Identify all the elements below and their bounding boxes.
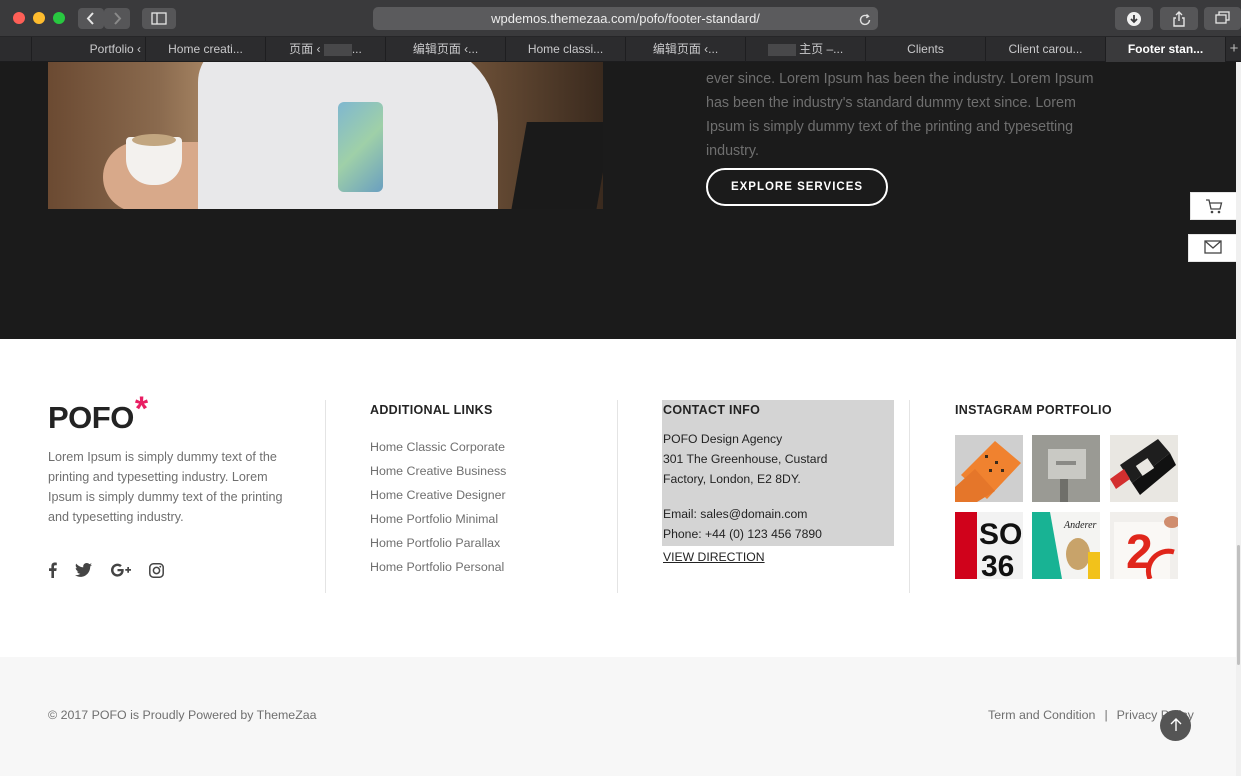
tab-client-carousel[interactable]: Client carou... bbox=[986, 37, 1106, 62]
reload-icon bbox=[859, 13, 871, 26]
cart-icon bbox=[1205, 199, 1222, 214]
column-divider bbox=[617, 400, 618, 593]
tab-bar: Portfolio ‹ Home creati... 页面 ‹ ... 编辑页面… bbox=[0, 37, 1241, 62]
services-description: ever since. Lorem Ipsum has been the ind… bbox=[706, 71, 1094, 159]
minimize-window-button[interactable] bbox=[33, 12, 45, 24]
link-home-portfolio-minimal[interactable]: Home Portfolio Minimal bbox=[370, 507, 506, 531]
redacted-block bbox=[323, 43, 352, 56]
back-button[interactable] bbox=[78, 8, 104, 29]
tab-edit-page-2[interactable]: 编辑页面 ‹... bbox=[626, 37, 746, 62]
svg-text:Anderer: Anderer bbox=[1063, 520, 1097, 531]
tab-home-classic[interactable]: Home classi... bbox=[506, 37, 626, 62]
additional-links-heading: ADDITIONAL LINKS bbox=[370, 403, 493, 417]
instagram-thumbnail[interactable]: SO 36 bbox=[955, 512, 1023, 579]
link-home-creative-designer[interactable]: Home Creative Designer bbox=[370, 483, 506, 507]
social-icons bbox=[48, 562, 178, 583]
sidebar-icon bbox=[151, 12, 167, 25]
close-window-button[interactable] bbox=[13, 12, 25, 24]
browser-toolbar: wpdemos.themezaa.com/pofo/footer-standar… bbox=[0, 0, 1241, 37]
page-scrollbar-thumb[interactable] bbox=[1237, 545, 1240, 665]
address-bar[interactable]: wpdemos.themezaa.com/pofo/footer-standar… bbox=[373, 7, 878, 30]
new-tab-button[interactable]: + bbox=[1227, 37, 1241, 62]
google-plus-icon[interactable] bbox=[110, 563, 131, 582]
downloads-button[interactable] bbox=[1115, 7, 1153, 30]
svg-text:36: 36 bbox=[981, 550, 1014, 579]
tab-home-page[interactable]: 主页 –... bbox=[746, 37, 866, 62]
copyright-text: © 2017 POFO is Proudly Powered by ThemeZ… bbox=[48, 708, 317, 722]
terms-link[interactable]: Term and Condition bbox=[988, 708, 1095, 722]
scroll-to-top-button[interactable] bbox=[1160, 710, 1191, 741]
chevron-left-icon bbox=[86, 12, 94, 25]
twitter-icon[interactable] bbox=[75, 563, 93, 582]
view-direction-link[interactable]: VIEW DIRECTION bbox=[663, 550, 765, 564]
tab-footer-standard[interactable]: Footer stan... bbox=[1106, 37, 1226, 62]
explore-services-button[interactable]: EXPLORE SERVICES bbox=[706, 168, 888, 206]
tab-home-creative[interactable]: Home creati... bbox=[146, 37, 266, 62]
contact-company: POFO Design Agency bbox=[663, 432, 783, 446]
chevron-right-icon bbox=[114, 12, 122, 25]
tab-clients[interactable]: Clients bbox=[866, 37, 986, 62]
share-button[interactable] bbox=[1160, 7, 1198, 30]
share-icon bbox=[1173, 11, 1185, 27]
instagram-thumbnail[interactable]: 2 bbox=[1110, 512, 1178, 579]
download-icon bbox=[1127, 12, 1141, 26]
instagram-thumbnail[interactable]: Anderer bbox=[1032, 512, 1100, 579]
links-separator: | bbox=[1104, 708, 1108, 722]
about-text: Lorem Ipsum is simply dummy text of the … bbox=[48, 450, 283, 524]
contact-info-heading: CONTACT INFO bbox=[663, 403, 761, 417]
tab-pinned[interactable] bbox=[0, 37, 32, 62]
contact-address-line-1: 301 The Greenhouse, Custard bbox=[663, 452, 828, 466]
tab-pages[interactable]: 页面 ‹ ... bbox=[266, 37, 386, 62]
link-home-creative-business[interactable]: Home Creative Business bbox=[370, 459, 506, 483]
redacted-block bbox=[767, 43, 796, 56]
envelope-icon bbox=[1203, 240, 1222, 254]
instagram-thumbnail[interactable] bbox=[955, 435, 1023, 502]
arrow-up-icon bbox=[1170, 718, 1181, 731]
sidebar-toggle-button[interactable] bbox=[142, 8, 176, 29]
facebook-icon[interactable] bbox=[48, 562, 57, 583]
cart-side-button[interactable] bbox=[1190, 192, 1236, 220]
contact-address-line-2: Factory, London, E2 8DY. bbox=[663, 472, 801, 486]
reload-button[interactable] bbox=[858, 11, 872, 34]
url-text: wpdemos.themezaa.com/pofo/footer-standar… bbox=[491, 11, 760, 26]
instagram-portfolio-heading: INSTAGRAM PORTFOLIO bbox=[955, 403, 1112, 417]
link-home-portfolio-personal[interactable]: Home Portfolio Personal bbox=[370, 555, 506, 579]
column-divider bbox=[909, 400, 910, 593]
copyright-bar: © 2017 POFO is Proudly Powered by ThemeZ… bbox=[0, 657, 1236, 776]
instagram-thumbnail[interactable] bbox=[1110, 435, 1178, 502]
email-side-button[interactable] bbox=[1188, 234, 1236, 262]
coffee-photo bbox=[48, 62, 603, 209]
link-home-classic-corporate[interactable]: Home Classic Corporate bbox=[370, 435, 506, 459]
column-divider bbox=[325, 400, 326, 593]
instagram-thumbnail[interactable] bbox=[1032, 435, 1100, 502]
zoom-window-button[interactable] bbox=[53, 12, 65, 24]
forward-button[interactable] bbox=[104, 8, 130, 29]
tabs-overview-icon bbox=[1214, 11, 1230, 24]
tab-portfolio[interactable]: Portfolio ‹ bbox=[32, 37, 146, 62]
tab-edit-page-1[interactable]: 编辑页面 ‹... bbox=[386, 37, 506, 62]
services-section: ever since. Lorem Ipsum has been the ind… bbox=[0, 62, 1236, 339]
instagram-icon[interactable] bbox=[149, 562, 165, 583]
page-scrollbar-track[interactable] bbox=[1236, 62, 1241, 776]
link-home-portfolio-parallax[interactable]: Home Portfolio Parallax bbox=[370, 531, 506, 555]
svg-text:SO: SO bbox=[979, 518, 1022, 551]
additional-links-list: Home Classic Corporate Home Creative Bus… bbox=[370, 435, 506, 579]
contact-email[interactable]: Email: sales@domain.com bbox=[663, 504, 893, 524]
tab-overview-button[interactable] bbox=[1204, 7, 1241, 30]
contact-phone: Phone: +44 (0) 123 456 7890 bbox=[663, 527, 822, 541]
contact-details: POFO Design Agency 301 The Greenhouse, C… bbox=[663, 429, 893, 544]
footer: POFO* Lorem Ipsum is simply dummy text o… bbox=[0, 339, 1236, 657]
pofo-logo[interactable]: POFO* bbox=[48, 390, 148, 437]
